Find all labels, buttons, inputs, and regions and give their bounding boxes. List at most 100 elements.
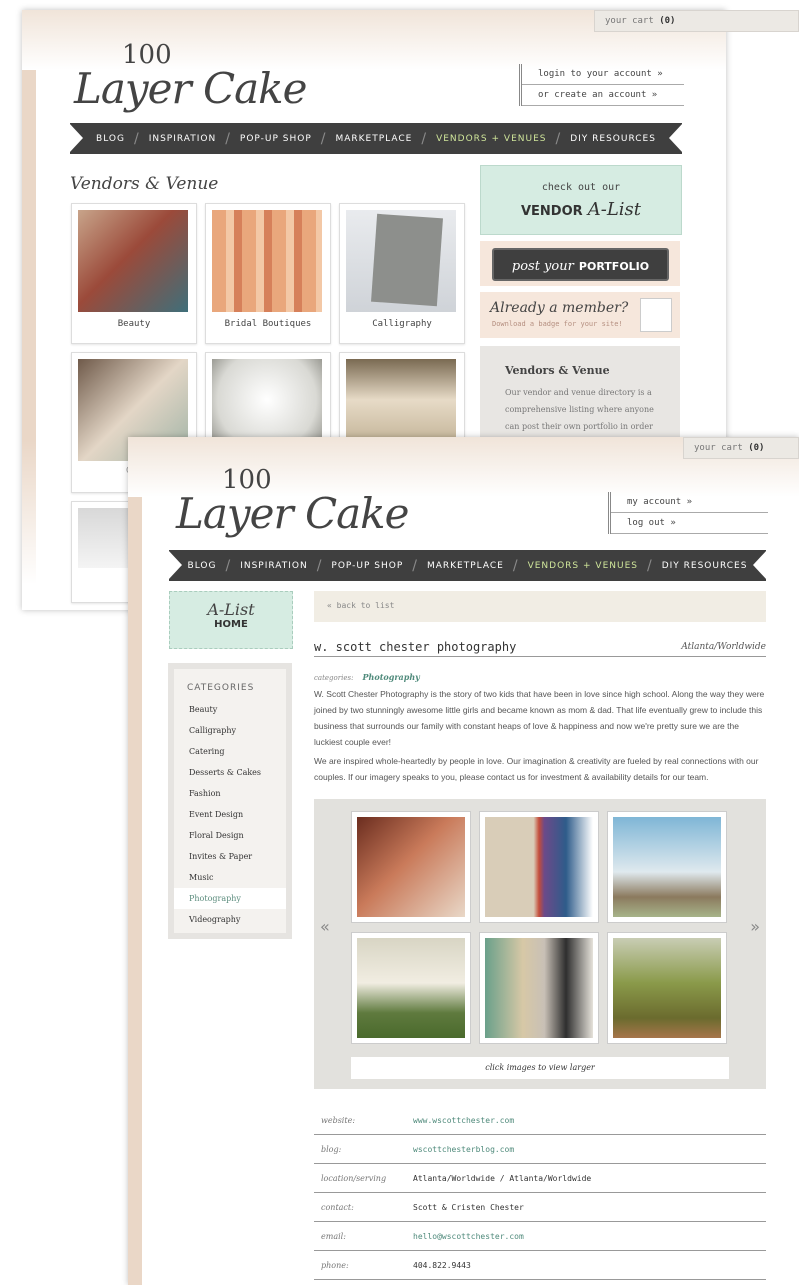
nav-marketplace[interactable]: MARKETPLACE [329,134,418,144]
category-videography[interactable]: Videography [174,909,286,930]
category-floral-design[interactable]: Floral Design [174,825,286,846]
category-catering[interactable]: Catering [174,741,286,762]
cart-label: your cart [605,16,654,26]
nav-blog[interactable]: BLOG [182,561,223,571]
info-label: phone: [321,1260,349,1270]
info-label: email: [321,1231,346,1241]
category-desserts-cakes[interactable]: Desserts & Cakes [174,762,286,783]
info-row-contact: contact: Scott & Cristen Chester [314,1193,766,1222]
info-label: contact: [321,1202,354,1212]
info-label: website: [321,1115,356,1125]
site-logo[interactable]: 100 Layer Cake [74,40,307,113]
gallery-photo-2[interactable] [479,811,599,923]
cart-button-front[interactable]: your cart (0) [683,437,799,459]
about-title: Vendors & Venue [505,364,610,377]
alist-home: HOME [214,619,248,630]
nav-popup-shop[interactable]: POP-UP SHOP [234,134,318,144]
gallery-photo-3[interactable] [607,811,727,923]
main-nav: BLOG / INSPIRATION / POP-UP SHOP / MARKETPL… [69,123,683,154]
tile-caption: Calligraphy [372,319,432,329]
login-link[interactable]: login to your account » [522,64,684,85]
main-nav-front: BLOG / INSPIRATION / POP-UP SHOP / MARKETPL… [168,550,767,581]
website-link[interactable]: www.wscottchester.com [413,1116,514,1125]
back-to-list-link[interactable]: « back to list [327,601,394,610]
category-event-design[interactable]: Event Design [174,804,286,825]
category-fashion[interactable]: Fashion [174,783,286,804]
member-badge-promo[interactable]: Already a member? Download a badge for y… [480,292,680,338]
vendor-description-2: We are inspired whole-heartedly by peopl… [314,756,759,782]
cart-button[interactable]: your cart (0) [594,10,799,32]
vendor-location: Atlanta/Worldwide [681,642,766,652]
create-account-link[interactable]: or create an account » [522,85,684,106]
category-tile-beauty[interactable]: Beauty [71,203,197,344]
promo-vendor: VENDOR [520,204,583,219]
nav-blog[interactable]: BLOG [90,134,131,144]
tile-caption: Bridal Boutiques [224,319,312,329]
email-link[interactable]: hello@wscottchester.com [413,1232,524,1241]
gallery-prev-icon[interactable]: « [320,917,330,936]
nav-diy-resources[interactable]: DIY RESOURCES [564,134,662,144]
nav-popup-shop[interactable]: POP-UP SHOP [325,561,409,571]
gallery-photo-6[interactable] [607,932,727,1044]
beauty-image [78,210,188,312]
gallery-next-icon[interactable]: » [750,917,760,936]
category-photography[interactable]: Photography [174,888,286,909]
promo-check-out: check out our [541,182,621,193]
account-menu: login to your account » or create an acc… [519,64,684,106]
page-title: Vendors & Venue [70,174,219,194]
post-portfolio-promo[interactable]: post your PORTFOLIO [480,241,680,286]
back-bar: « back to list [314,591,766,622]
category-calligraphy[interactable]: Calligraphy [174,720,286,741]
logo-script: Layer Cake [74,64,307,113]
category-beauty[interactable]: Beauty [174,699,286,720]
log-out-link[interactable]: log out » [611,513,768,534]
post-portfolio-button[interactable]: post your PORTFOLIO [492,248,669,281]
blog-link[interactable]: wscottchesterblog.com [413,1145,514,1154]
nav-inspiration[interactable]: INSPIRATION [234,561,314,571]
category-tile-bridal-boutiques[interactable]: Bridal Boutiques [205,203,331,344]
site-logo-front[interactable]: 100 Layer Cake [176,465,409,538]
gallery-photo-4[interactable] [351,932,471,1044]
categories-title: CATEGORIES [187,683,255,693]
nav-inspiration[interactable]: INSPIRATION [143,134,223,144]
vendor-header: w. scott chester photography Atlanta/Wor… [314,638,766,657]
photo-gallery: « » click images to view larger [314,799,766,1089]
cart-count: (0) [659,16,676,26]
account-menu-front: my account » log out » [608,492,768,534]
post-bold: PORTFOLIO [578,260,650,273]
cart-label: your cart [694,443,743,453]
nav-vendors-venues[interactable]: VENDORS + VENUES [430,134,552,144]
promo-alist: A-List [587,199,642,220]
vendor-alist-promo[interactable]: check out our VENDOR A-List [480,165,682,235]
member-sub: Download a badge for your site! [492,320,623,328]
categories-value-link[interactable]: Photography [359,672,420,682]
phone-value: 404.822.9443 [413,1260,471,1270]
info-row-email: email: hello@wscottchester.com [314,1222,766,1251]
vendor-description-1: W. Scott Chester Photography is the stor… [314,689,765,747]
logo-script: Layer Cake [176,489,409,538]
categories-label: categories: [314,674,354,682]
nav-diy-resources[interactable]: DIY RESOURCES [656,561,754,571]
gallery-photo-1[interactable] [351,811,471,923]
info-row-location: location/serving Atlanta/Worldwide / Atl… [314,1164,766,1193]
category-tile-calligraphy[interactable]: Calligraphy [339,203,465,344]
nav-vendors-venues[interactable]: VENDORS + VENUES [522,561,644,571]
bridal-boutiques-image [212,210,322,312]
alist-home-button[interactable]: A-List HOME [169,591,293,649]
category-music[interactable]: Music [174,867,286,888]
alist-script: A-List [207,600,255,619]
gallery-photo-5[interactable] [479,932,599,1044]
about-box: Vendors & Venue Our vendor and venue dir… [480,346,680,448]
info-row-website: website: www.wscottchester.com [314,1106,766,1135]
category-invites-paper[interactable]: Invites & Paper [174,846,286,867]
nav-marketplace[interactable]: MARKETPLACE [421,561,510,571]
tile-caption: Beauty [117,319,151,329]
calligraphy-image [346,210,456,312]
vendor-info-table: website: www.wscottchester.com blog: wsc… [314,1106,766,1280]
my-account-link[interactable]: my account » [611,492,768,513]
contact-value: Scott & Cristen Chester [413,1202,524,1212]
location-value: Atlanta/Worldwide / Atlanta/Worldwide [413,1173,592,1183]
info-row-phone: phone: 404.822.9443 [314,1251,766,1280]
member-title: Already a member? [490,300,629,316]
info-row-blog: blog: wscottchesterblog.com [314,1135,766,1164]
